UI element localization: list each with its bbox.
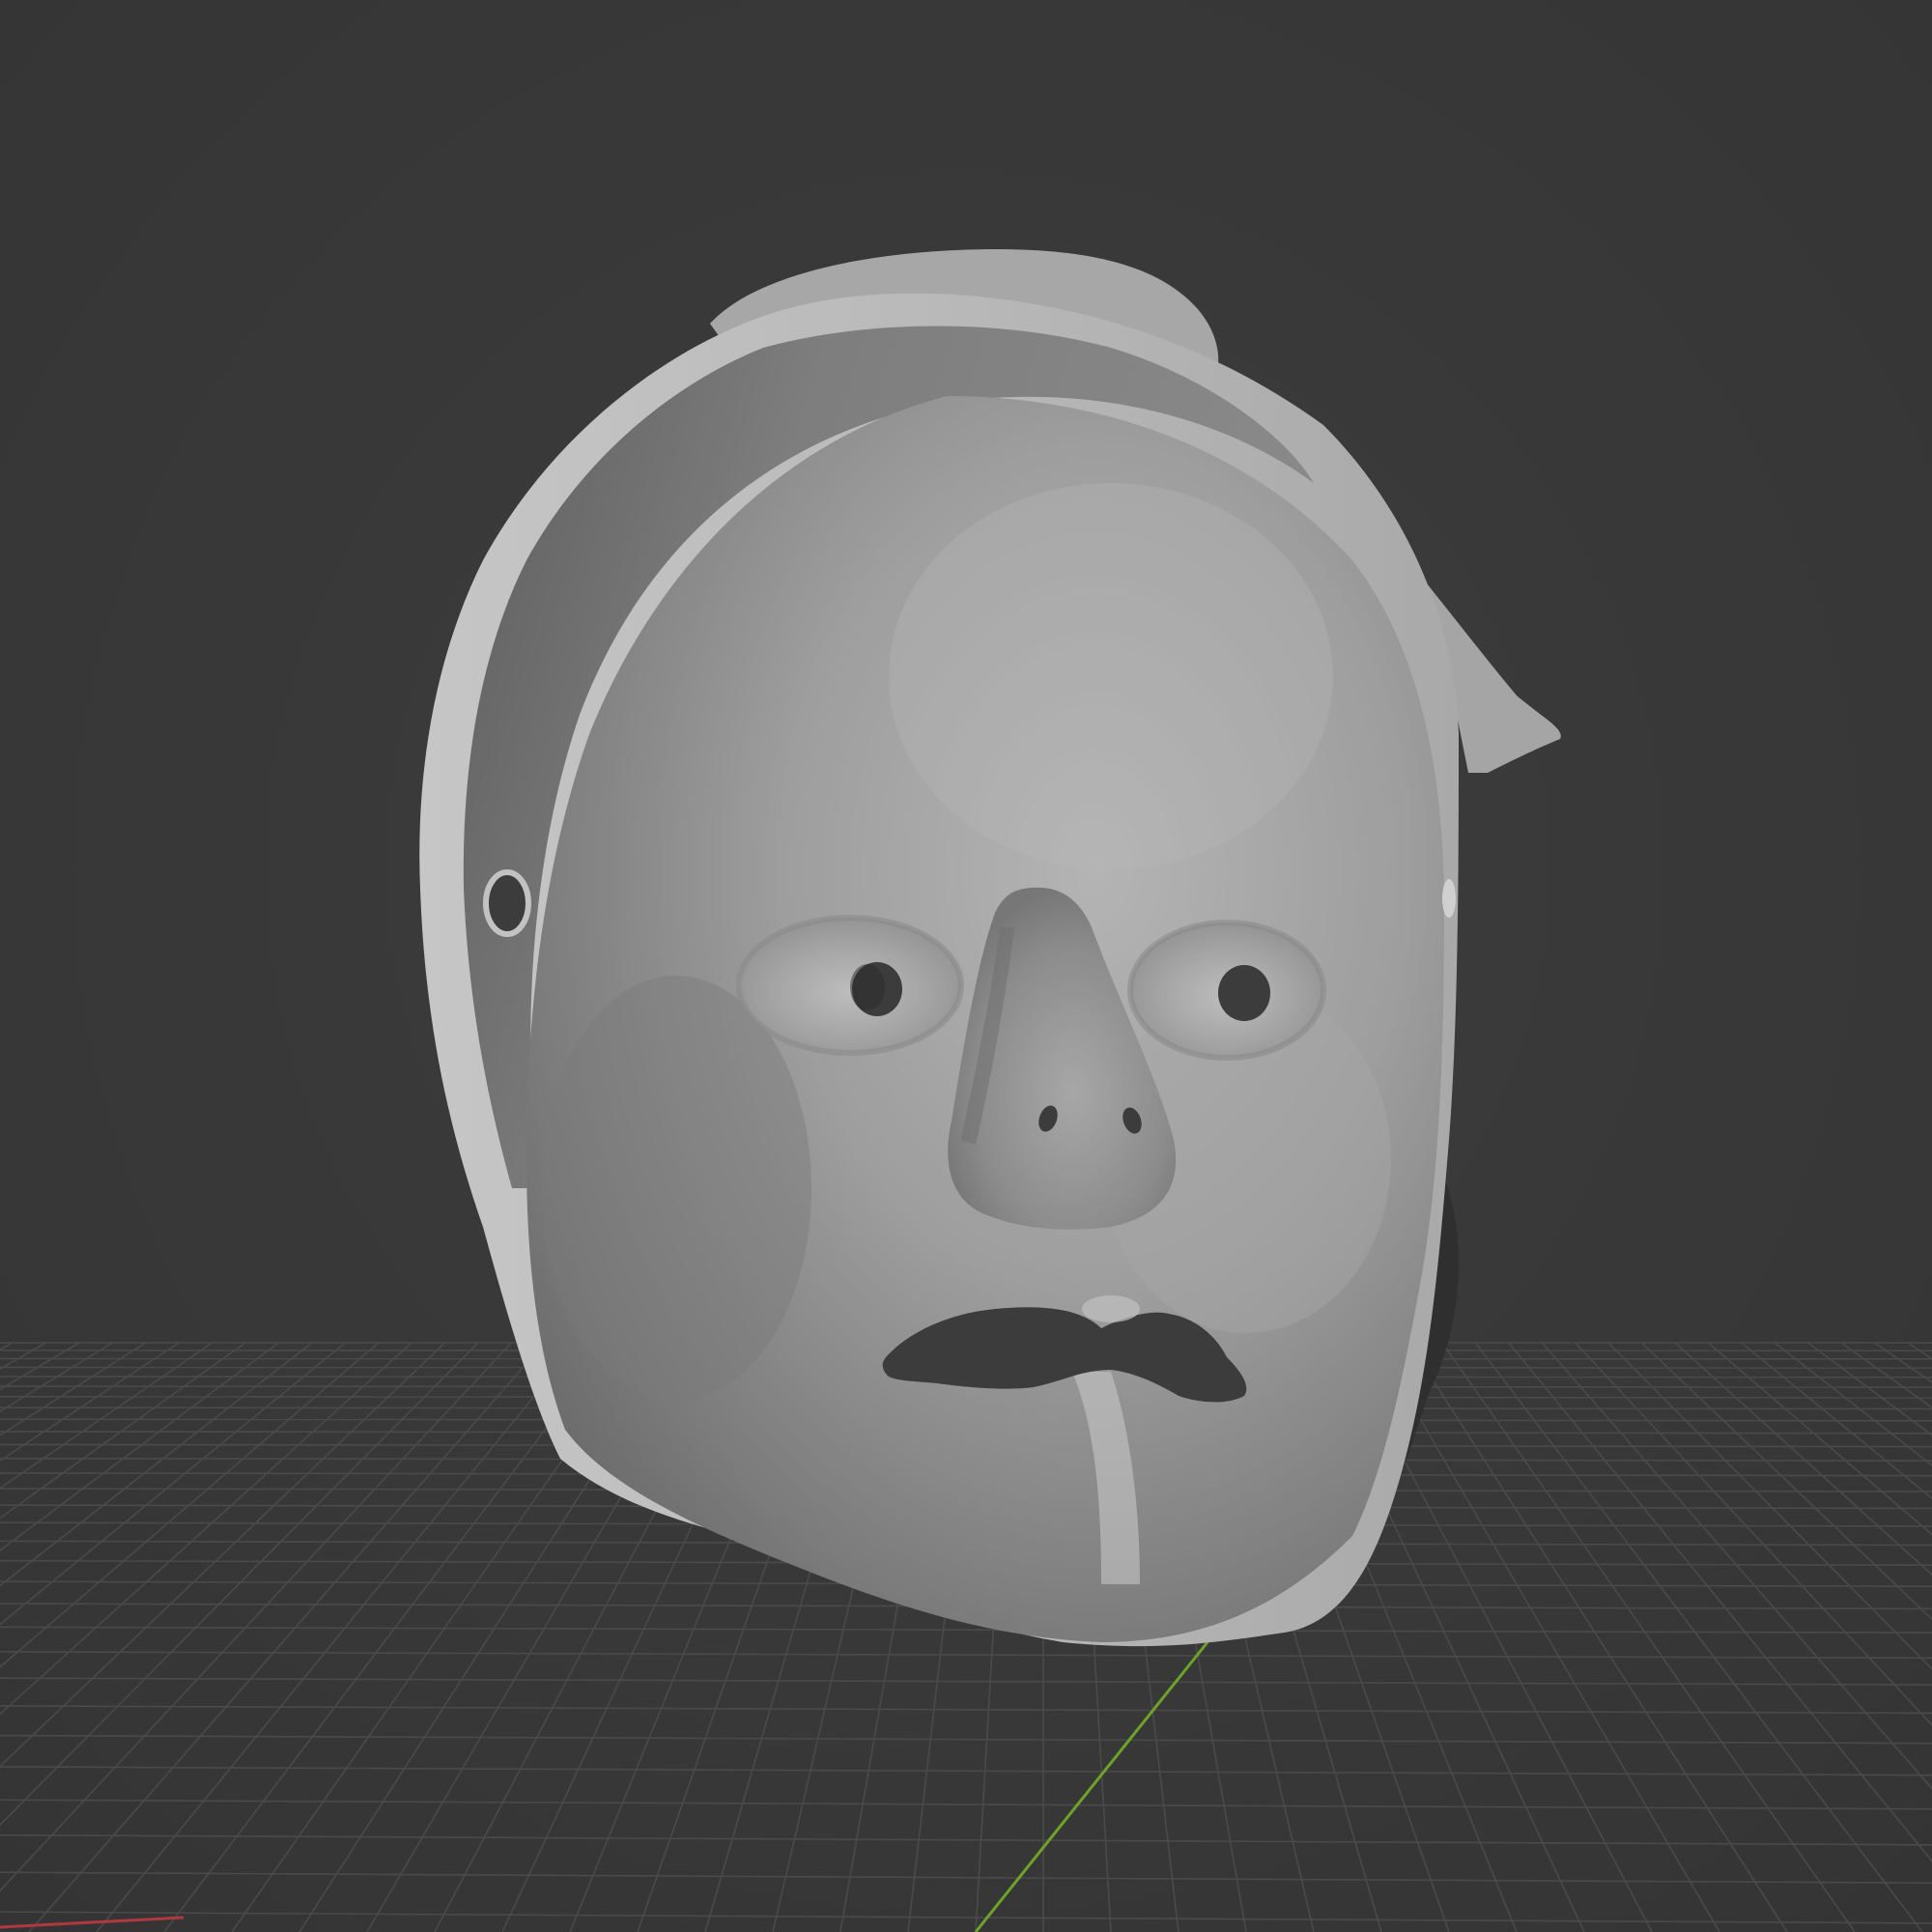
upper-lip-highlight [1082,1295,1140,1322]
forehead-highlight [889,483,1333,869]
right-strap-hole [1442,879,1456,918]
viewport-canvas[interactable] [0,0,1932,1932]
left-cheek-shadow [541,976,811,1401]
left-strap-hole [483,869,531,937]
3d-viewport[interactable] [0,0,1932,1932]
right-eye-hole [1218,965,1270,1021]
left-eye-hole-edge [850,964,885,1010]
